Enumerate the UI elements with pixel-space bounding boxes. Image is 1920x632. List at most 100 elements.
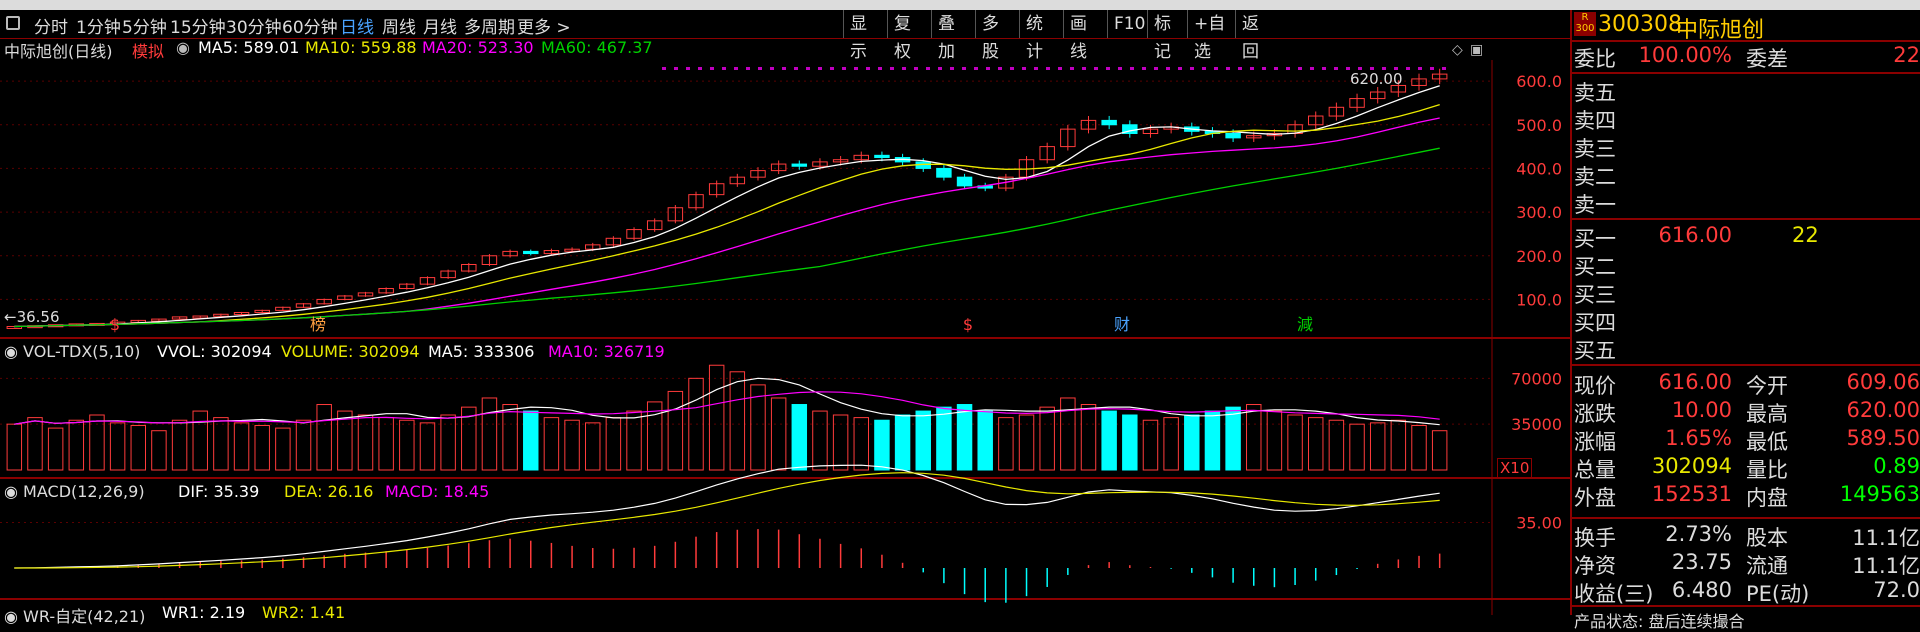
marker-dot <box>1154 67 1158 70</box>
volume-bar <box>6 423 23 471</box>
marker-dot <box>1130 67 1134 70</box>
period-5min[interactable]: 5分钟 <box>122 13 167 38</box>
volume-bar <box>543 417 560 471</box>
diamond-icon[interactable]: ◇ <box>1452 42 1463 58</box>
marker-dot <box>1178 67 1182 70</box>
tool-stats[interactable]: 统计 <box>1019 10 1063 62</box>
sp-sep-6 <box>1572 605 1920 607</box>
marker-dot <box>1010 67 1014 70</box>
stats-row: 涨幅 1.65% 最低 589.50 <box>1572 426 1920 454</box>
marker-dot <box>1418 67 1422 70</box>
tool-adjust[interactable]: 复权 <box>887 10 931 62</box>
kline-svg: $ 榜 $ 财 減 600.0 500.0 400.0 300.0 200.0 100.0 7000… <box>0 60 1570 615</box>
marker-dot <box>1034 67 1038 70</box>
period-weekly[interactable]: 周线 <box>382 13 416 38</box>
stats-row: 外盘 152531 内盘 149563 <box>1572 482 1920 510</box>
tool-f10[interactable]: F10 <box>1107 10 1147 38</box>
stat-value: 589.50 <box>1846 426 1920 450</box>
marker-dot <box>1106 67 1110 70</box>
period-toolbar: 分时 1分钟 5分钟 15分钟 30分钟 60分钟 日线 周线 月线 多周期 更… <box>0 10 1570 62</box>
candle-body <box>1225 133 1241 139</box>
tool-add-watch[interactable]: +自选 <box>1187 10 1235 62</box>
vol-y-tick-label: 35000 <box>1511 415 1562 434</box>
period-multi[interactable]: 多周期 <box>464 13 515 38</box>
volume-bar <box>502 404 518 471</box>
volume-bar <box>1080 404 1097 471</box>
badge-bottom: 300 <box>1575 23 1595 34</box>
marker-dot <box>962 67 966 70</box>
period-30min[interactable]: 30分钟 <box>226 13 282 38</box>
volume-bar <box>626 410 642 471</box>
sp-sep-5 <box>1572 517 1920 519</box>
marker-dot <box>1226 67 1230 70</box>
volume-bar <box>1163 417 1179 471</box>
stat-label: 流通 <box>1746 554 1788 578</box>
sell-level: 卖三 <box>1572 133 1920 161</box>
period-monthly[interactable]: 月线 <box>423 13 457 38</box>
sell-level: 卖五 <box>1572 77 1920 105</box>
sell-level-label: 卖四 <box>1574 109 1616 133</box>
stat-value: 10.00 <box>1671 398 1732 422</box>
ma-lines <box>14 85 1440 328</box>
low-marker-text: 36.56 <box>16 308 60 326</box>
period-60min[interactable]: 60分钟 <box>282 13 338 38</box>
buy-level: 买五 <box>1572 335 1920 363</box>
marker-dot <box>1250 67 1254 70</box>
y-tick-label: 100.0 <box>1516 290 1562 309</box>
chart-area[interactable]: 中际旭创(日线) 模拟 ◉ MA5: 589.01 MA10: 559.88 M… <box>0 38 1570 626</box>
tool-back[interactable]: 返回 <box>1235 10 1279 62</box>
period-more[interactable]: 更多 > <box>517 13 571 38</box>
volume-bar <box>791 404 808 471</box>
window-top-strip <box>0 0 1920 10</box>
ma20-line <box>14 117 1440 328</box>
volume-bar <box>233 422 250 471</box>
marker-dot <box>1322 67 1326 70</box>
marker-dot <box>878 67 882 70</box>
tool-overlay[interactable]: 叠加 <box>931 10 975 62</box>
event-marker: $ <box>110 315 120 334</box>
tool-multistock[interactable]: 多股 <box>975 10 1019 62</box>
stat-label: 量比 <box>1746 458 1788 482</box>
volume-bar <box>894 414 911 471</box>
stats-row: 涨跌 10.00 最高 620.00 <box>1572 398 1920 426</box>
period-fenshi[interactable]: 分时 <box>34 13 68 38</box>
sell-level-label: 卖一 <box>1574 193 1616 217</box>
period-daily[interactable]: 日线 <box>340 13 374 38</box>
marker-dot <box>1442 67 1446 70</box>
weicha-value: 22 <box>1893 43 1920 67</box>
marker-dot <box>1190 67 1194 70</box>
period-1min[interactable]: 1分钟 <box>76 13 121 38</box>
volume-bar <box>378 417 394 471</box>
volume-bar <box>874 419 890 471</box>
candle-body <box>791 163 808 167</box>
volume-bar <box>977 410 993 471</box>
panel-toggle-icon[interactable] <box>6 16 20 30</box>
marker-dot <box>782 67 786 70</box>
volume-bar <box>130 424 147 471</box>
volume-bar <box>1349 423 1365 471</box>
marker-dot <box>854 67 858 70</box>
tool-mark[interactable]: 标记 <box>1147 10 1187 62</box>
stat-value: 1.65% <box>1665 426 1732 450</box>
volume-bar <box>956 404 973 471</box>
volume-bar <box>419 422 436 471</box>
volume-bar <box>998 417 1014 471</box>
buy-level-vol: 22 <box>1792 223 1819 247</box>
tool-display[interactable]: 显示 <box>843 10 887 62</box>
stat-label: 最高 <box>1746 402 1788 426</box>
tool-draw[interactable]: 画线 <box>1063 10 1107 62</box>
marker-dot <box>902 67 906 70</box>
marker-dot <box>1334 67 1338 70</box>
volume-bar <box>1246 404 1262 471</box>
candle-body <box>956 176 973 187</box>
stat-value: 2.73% <box>1665 522 1732 546</box>
volume-bar <box>605 417 622 471</box>
sell-level: 卖一 <box>1572 189 1920 217</box>
volume-bar <box>27 417 43 471</box>
sell-level-label: 卖三 <box>1574 137 1616 161</box>
marker-dot <box>1310 67 1314 70</box>
volume-bar <box>812 410 828 471</box>
volume-bar <box>915 410 931 471</box>
period-15min[interactable]: 15分钟 <box>170 13 226 38</box>
pane-window-icon[interactable]: ▣ <box>1470 42 1483 58</box>
